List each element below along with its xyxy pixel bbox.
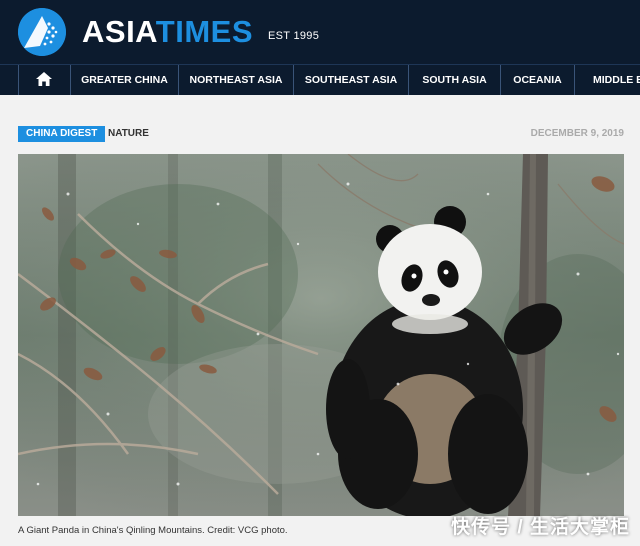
nav-south-asia[interactable]: SOUTH ASIA (408, 65, 500, 95)
masthead: ASIATIMES EST 1995 (0, 0, 640, 64)
nav-greater-china[interactable]: GREATER CHINA (70, 65, 178, 95)
nav-oceania[interactable]: OCEANIA (500, 65, 574, 95)
article-photo (18, 154, 624, 516)
panda-photo-illustration (18, 154, 624, 516)
home-icon (36, 72, 52, 86)
established-year: EST 1995 (268, 30, 320, 42)
wordmark-asia: ASIA (82, 14, 156, 49)
publish-date: DECEMBER 9, 2019 (530, 128, 624, 139)
wordmark-times: TIMES (155, 14, 253, 49)
subcategory-tag[interactable]: NATURE (108, 126, 149, 142)
nav-southeast-asia[interactable]: SOUTHEAST ASIA (293, 65, 408, 95)
nav-home[interactable] (18, 65, 70, 95)
nav-northeast-asia[interactable]: NORTHEAST ASIA (178, 65, 293, 95)
site-wordmark[interactable]: ASIATIMES (82, 14, 253, 50)
article-meta: CHINA DIGEST NATURE DECEMBER 9, 2019 (18, 126, 624, 142)
asia-times-logo-icon[interactable] (18, 8, 66, 56)
nav-middle-east[interactable]: MIDDLE EA (574, 65, 640, 95)
category-tag[interactable]: CHINA DIGEST (18, 126, 106, 142)
watermark: 快传号 / 生活大掌柜 (451, 517, 630, 538)
photo-caption: A Giant Panda in China's Qinling Mountai… (18, 525, 288, 536)
main-nav: GREATER CHINA NORTHEAST ASIA SOUTHEAST A… (0, 64, 640, 95)
